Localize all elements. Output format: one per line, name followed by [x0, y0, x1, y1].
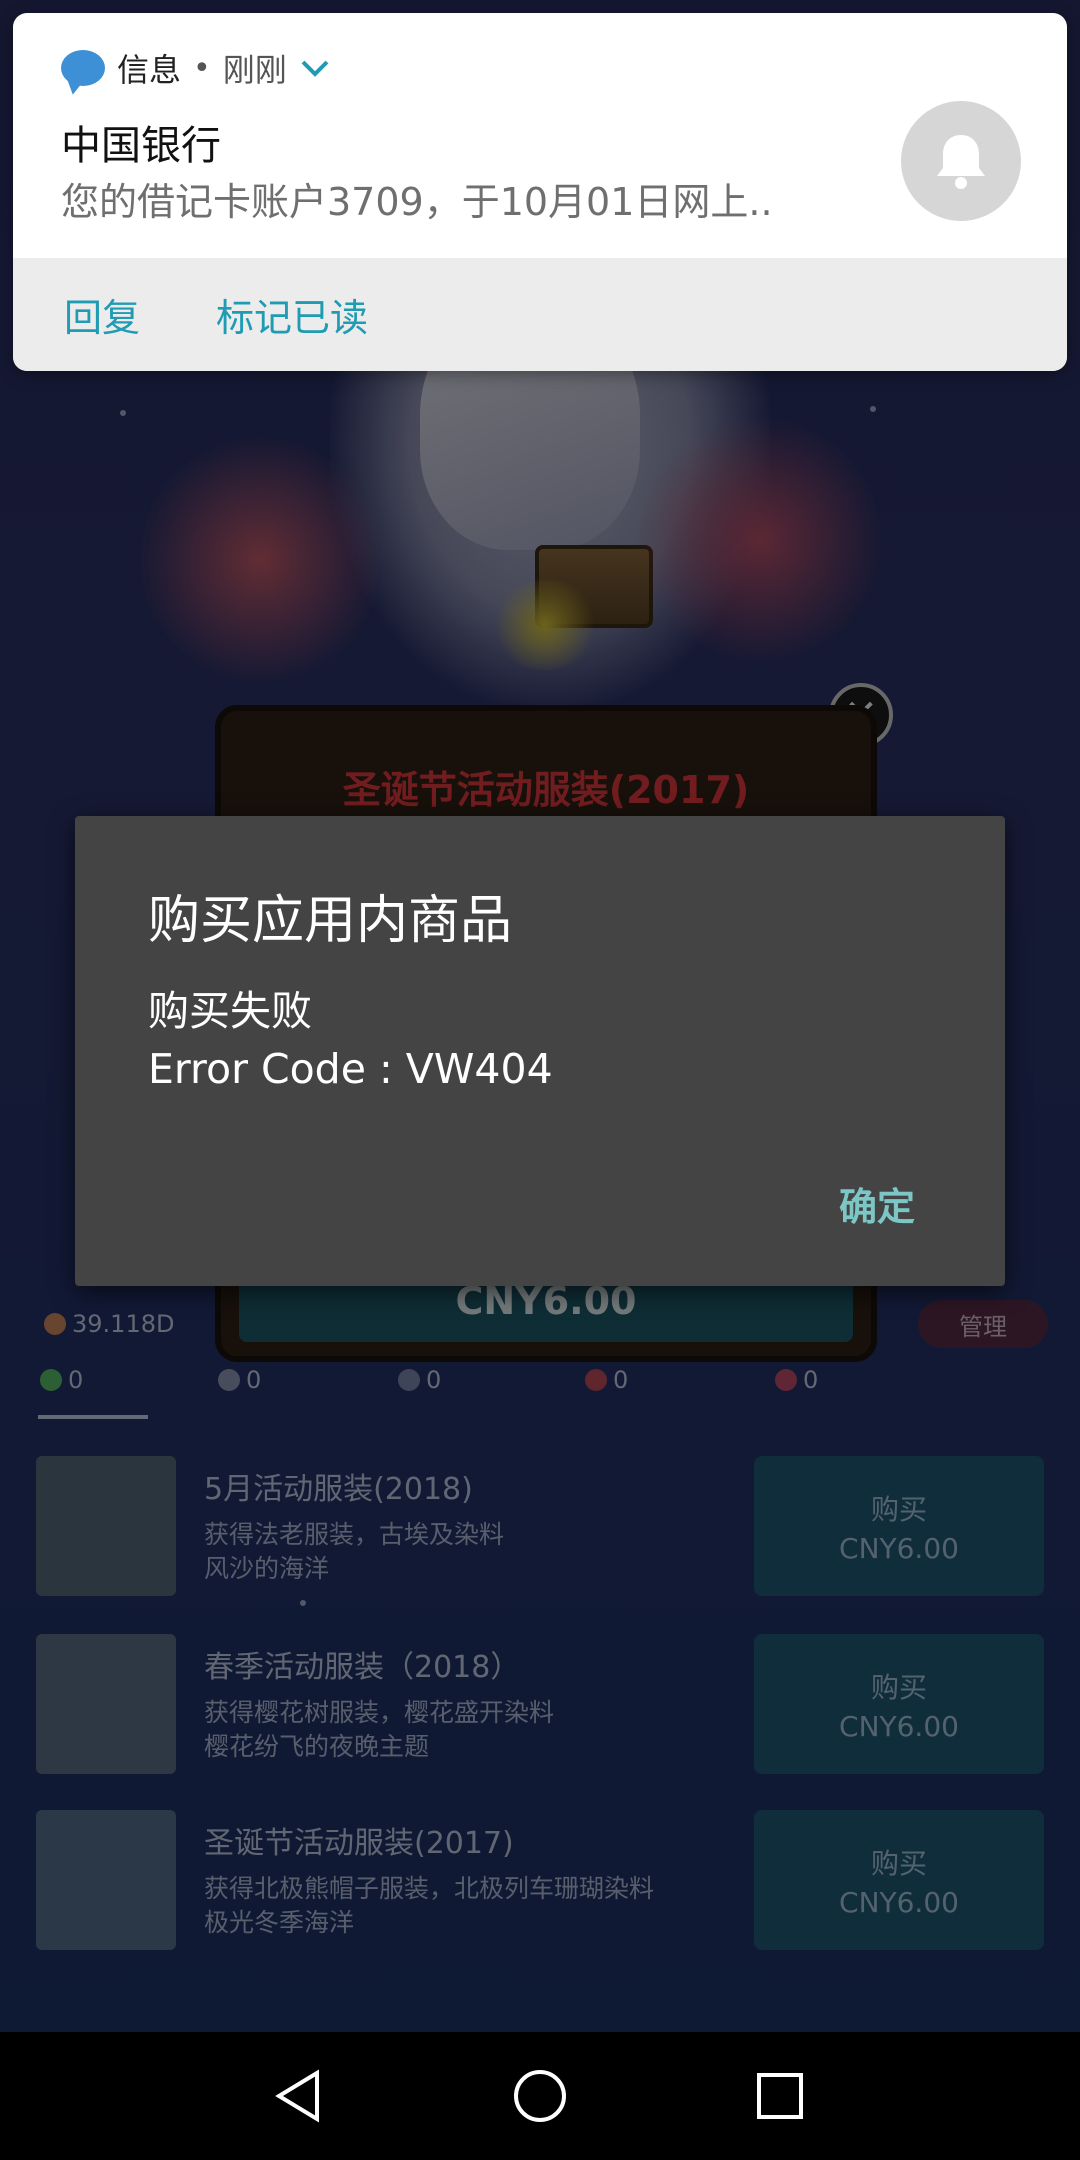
notification-header: 信息 • 刚刚: [61, 45, 331, 91]
purchase-error-dialog: 购买应用内商品 购买失败 Error Code : VW404 确定: [75, 816, 1005, 1286]
dialog-message-line2: Error Code : VW404: [148, 1045, 553, 1093]
notification-body: 您的借记卡账户3709，于10月01日网上..: [61, 180, 773, 224]
back-icon[interactable]: [268, 2066, 328, 2126]
navigation-bar: [0, 2032, 1080, 2160]
dialog-ok-button[interactable]: 确定: [839, 1176, 915, 1231]
notification-time: 刚刚: [222, 51, 287, 89]
reply-button[interactable]: 回复: [64, 258, 140, 371]
dialog-message-line1: 购买失败: [148, 987, 312, 1035]
message-bubble-icon: [61, 50, 105, 86]
notification-sender: 中国银行: [61, 123, 221, 169]
sms-notification[interactable]: 信息 • 刚刚 中国银行 您的借记卡账户3709，于10月01日网上.. 回复 …: [13, 13, 1067, 371]
dialog-message: 购买失败 Error Code : VW404: [148, 982, 553, 1098]
notification-separator: •: [193, 50, 211, 86]
chevron-down-icon[interactable]: [299, 56, 331, 80]
mark-read-button[interactable]: 标记已读: [216, 258, 368, 371]
home-icon[interactable]: [510, 2066, 570, 2126]
dialog-title: 购买应用内商品: [148, 891, 513, 951]
notification-actions: 回复 标记已读: [13, 258, 1067, 371]
recents-icon[interactable]: [750, 2066, 810, 2126]
bell-icon: [901, 101, 1021, 221]
notification-app-name: 信息: [117, 51, 182, 89]
